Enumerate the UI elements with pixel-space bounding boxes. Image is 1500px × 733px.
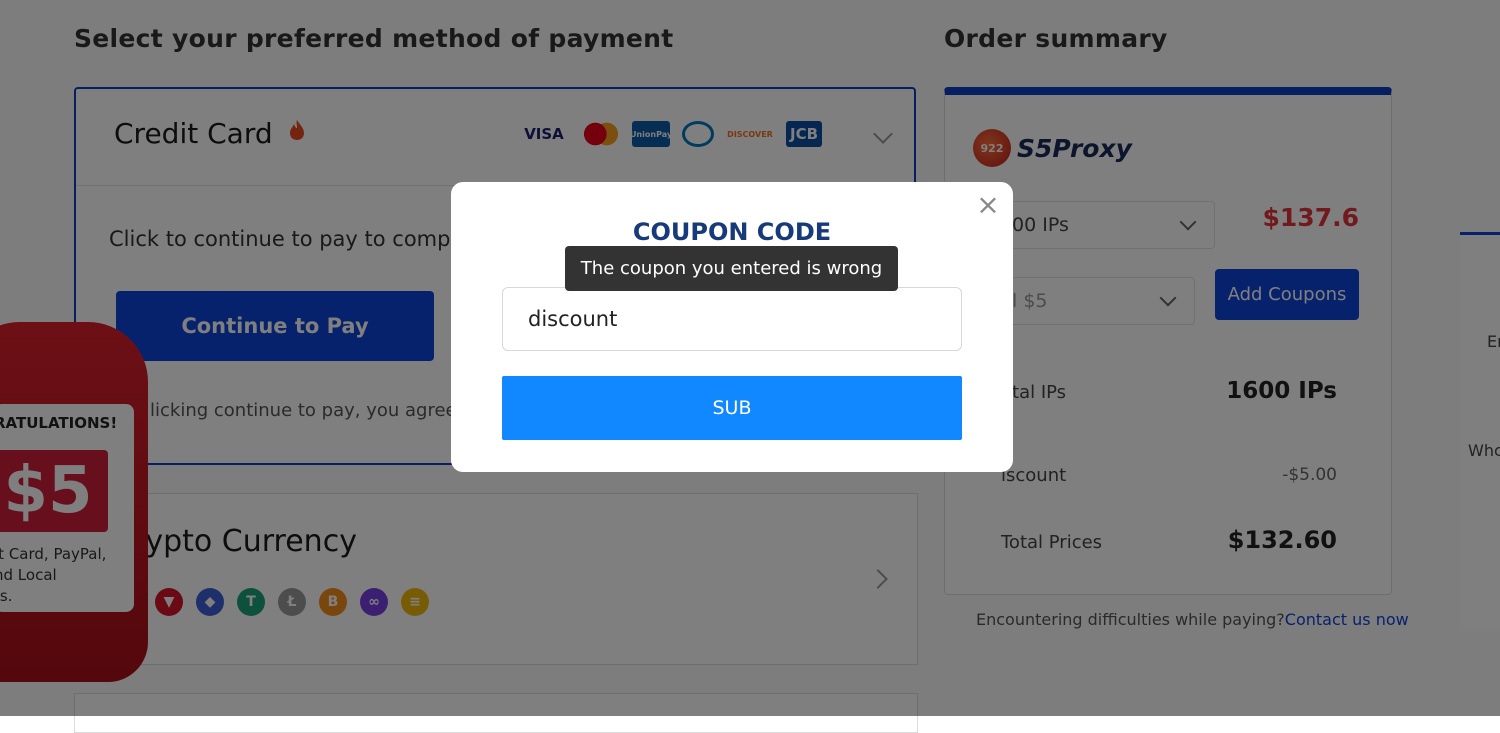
error-tooltip: The coupon you entered is wrong [565, 246, 898, 291]
coupon-code-input[interactable] [502, 287, 962, 351]
modal-title: COUPON CODE [632, 218, 832, 246]
submit-button[interactable]: SUB [502, 376, 962, 440]
close-icon[interactable]: × [975, 191, 1001, 219]
coupon-code-modal: × COUPON CODE The coupon you entered is … [451, 182, 1013, 472]
